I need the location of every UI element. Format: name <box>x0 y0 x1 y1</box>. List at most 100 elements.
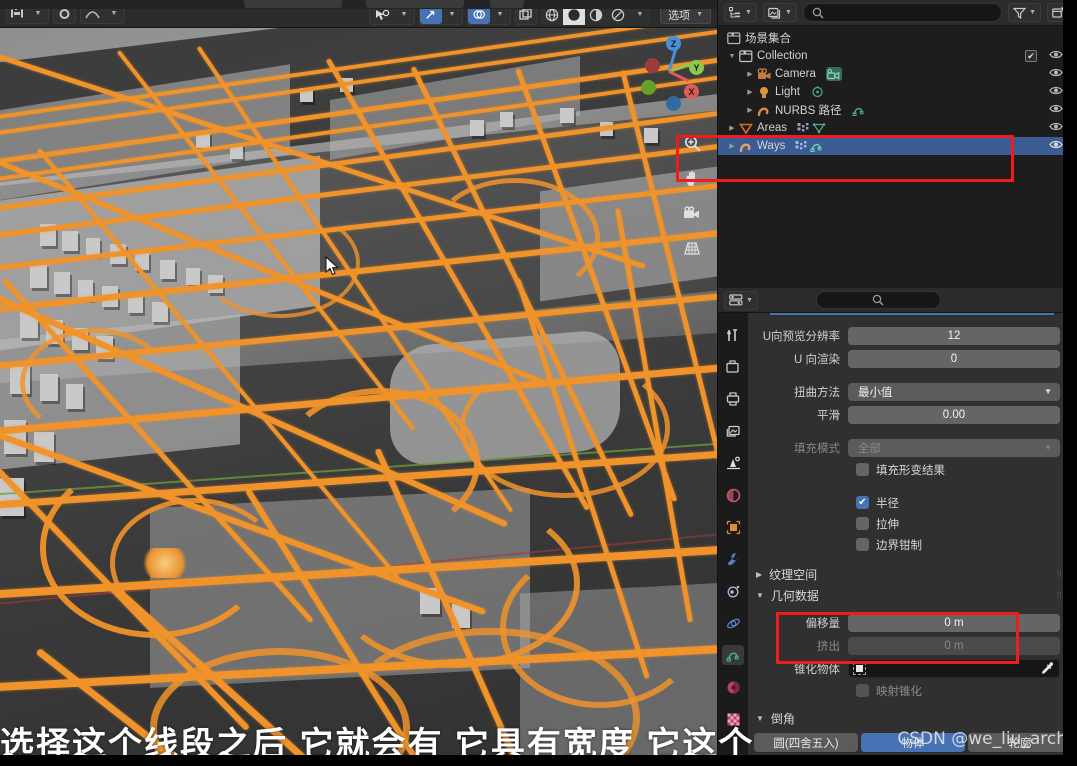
gizmo-axis-z[interactable]: Z <box>666 36 681 51</box>
render-u-row[interactable]: U 向渲染 0 <box>748 348 1077 369</box>
stretch-row[interactable]: 拉伸 <box>748 514 1077 533</box>
disclosure-triangle-right-icon[interactable]: ▶ <box>744 88 756 96</box>
gizmo-axis-neg-x[interactable] <box>645 58 660 73</box>
outliner-row-nurbs-path[interactable]: ▶ NURBS 路径 <box>718 101 1077 119</box>
outliner-row-areas[interactable]: ▶ Areas <box>718 119 1077 137</box>
outliner-filter-button[interactable]: ▼ <box>1008 3 1041 22</box>
navigation-gizmo[interactable]: Z Y X <box>635 34 709 111</box>
gizmo-axis-x[interactable]: X <box>684 84 699 99</box>
properties-search-input[interactable] <box>815 291 941 309</box>
outliner-row-scene-collection[interactable]: 场景集合 <box>718 29 1077 47</box>
properties-tab-render[interactable] <box>722 357 744 377</box>
outliner-search-input[interactable] <box>802 3 1003 22</box>
offset-row[interactable]: 偏移量 0 m <box>748 612 1077 633</box>
mesh-data-icon[interactable] <box>811 121 827 135</box>
properties-tab-particles[interactable] <box>722 581 744 601</box>
outliner-row-camera[interactable]: ▶ Camera <box>718 65 1077 83</box>
modifier-icon[interactable] <box>795 121 811 135</box>
disclosure-triangle-right-icon[interactable]: ▶ <box>726 124 738 132</box>
viewport-canvas[interactable] <box>0 28 717 761</box>
properties-tab-output[interactable] <box>722 389 744 409</box>
properties-tab-scene[interactable] <box>722 453 744 473</box>
bounds-clamp-checkbox[interactable] <box>856 538 869 551</box>
properties-editor-type-button[interactable]: ▼ <box>724 290 758 310</box>
outliner-display-mode-button[interactable]: ▼ <box>724 3 757 22</box>
twist-method-label: 扭曲方法 <box>794 386 840 399</box>
extrude-field[interactable]: 0 m <box>848 636 1060 655</box>
resolution-preview-u-row[interactable]: U向预览分辨率 12 <box>748 325 1077 346</box>
map-taper-checkbox[interactable] <box>856 684 869 697</box>
camera-view-tool-icon[interactable] <box>679 200 705 226</box>
outliner-row-collection[interactable]: ▼ Collection ✔ <box>718 47 1077 65</box>
light-data-icon[interactable] <box>810 85 826 99</box>
disclosure-triangle-right-icon[interactable]: ▶ <box>744 70 756 78</box>
eye-icon[interactable] <box>1049 67 1063 81</box>
bounds-clamp-row[interactable]: 边界钳制 <box>748 535 1077 554</box>
gizmo-axis-neg-z[interactable] <box>666 96 681 111</box>
viewport-gizmo-tools[interactable] <box>679 130 705 261</box>
disclosure-triangle-right-icon[interactable]: ▶ <box>756 570 762 579</box>
filter-funnel-icon <box>1013 7 1027 19</box>
eye-icon[interactable] <box>1049 139 1063 153</box>
twist-method-dropdown[interactable]: 最小值 ▼ <box>848 382 1060 401</box>
properties-tab-object[interactable] <box>722 517 744 537</box>
twist-smooth-field[interactable]: 0.00 <box>848 405 1060 424</box>
taper-object-field[interactable] <box>848 659 1060 678</box>
eyedropper-icon[interactable] <box>1041 661 1054 677</box>
fill-deformed-checkbox[interactable] <box>856 463 869 476</box>
properties-tab-material[interactable] <box>722 677 744 697</box>
taper-object-label: 锥化物体 <box>794 663 840 676</box>
texture-space-label: 纹理空间 <box>769 568 818 582</box>
eye-icon[interactable] <box>1049 49 1063 63</box>
3d-viewport[interactable]: ▼ ▼ ▼ ▼ ▼ ▼ 选项 ▼ Z Y X <box>0 0 717 761</box>
radius-checkbox[interactable]: ✔ <box>856 496 869 509</box>
outliner-row-light[interactable]: ▶ Light <box>718 83 1077 101</box>
collection-checkbox[interactable]: ✔ <box>1025 50 1037 62</box>
camera-data-icon[interactable] <box>825 67 842 81</box>
properties-panel-content[interactable]: U向预览分辨率 12 U 向渲染 0 扭曲方法 最小值 ▼ 平滑 0.00 填充… <box>748 313 1077 761</box>
stretch-checkbox[interactable] <box>856 517 869 530</box>
gizmo-axis-y[interactable]: Y <box>689 60 704 75</box>
properties-tab-modifiers[interactable] <box>722 549 744 569</box>
outliner-header[interactable]: ▼ ▼ ▼ <box>718 0 1077 26</box>
properties-tab-object-data[interactable] <box>722 645 744 665</box>
curve-data-icon[interactable] <box>851 103 867 117</box>
properties-header[interactable]: ▼ <box>718 288 1077 313</box>
disclosure-triangle-down-icon[interactable]: ▼ <box>726 53 738 60</box>
gizmo-axis-neg-y[interactable] <box>641 80 656 95</box>
geometry-section-header[interactable]: ▼ 几何数据 ⠿⠿ <box>748 585 1077 606</box>
pan-tool-icon[interactable] <box>679 165 705 191</box>
fill-deformed-row[interactable]: 填充形变结果 <box>748 460 1077 479</box>
eye-icon[interactable] <box>1049 103 1063 117</box>
texture-space-section-header[interactable]: ▶ 纹理空间 ⠿⠿ <box>748 564 1077 585</box>
twist-method-row[interactable]: 扭曲方法 最小值 ▼ <box>748 381 1077 402</box>
disclosure-triangle-down-icon[interactable]: ▼ <box>756 591 764 600</box>
properties-tab-tool[interactable] <box>722 325 744 345</box>
outliner-row-ways[interactable]: ▶ Ways <box>718 137 1077 155</box>
map-taper-row[interactable]: 映射锥化 <box>748 681 1077 700</box>
offset-field[interactable]: 0 m <box>848 613 1060 632</box>
properties-editor[interactable]: ▼ U向预览分辨率 12 U 向渲染 0 扭曲方法 最小值 ▼ 平滑 0.00 … <box>717 288 1077 761</box>
properties-tab-view-layer[interactable] <box>722 421 744 441</box>
radius-row[interactable]: ✔ 半径 <box>748 493 1077 512</box>
properties-tab-column[interactable] <box>718 313 748 761</box>
disclosure-triangle-right-icon[interactable]: ▶ <box>744 106 756 114</box>
geometry-label: 几何数据 <box>770 589 819 603</box>
disclosure-triangle-right-icon[interactable]: ▶ <box>726 142 738 150</box>
eye-icon[interactable] <box>1049 121 1063 135</box>
properties-tab-world[interactable] <box>722 485 744 505</box>
curve-data-icon[interactable] <box>809 139 825 153</box>
outliner-editor[interactable]: ▼ ▼ ▼ 场景集合 ▼ Collection ✔ ▶ Camera ▶ Lig… <box>717 0 1077 288</box>
taper-object-row[interactable]: 锥化物体 <box>748 658 1077 679</box>
modifier-icon[interactable] <box>793 139 809 153</box>
outliner-tree[interactable]: 场景集合 ▼ Collection ✔ ▶ Camera ▶ Light ▶ N… <box>718 26 1077 288</box>
twist-smooth-row[interactable]: 平滑 0.00 <box>748 404 1077 425</box>
toggle-orthographic-tool-icon[interactable] <box>679 235 705 261</box>
extrude-row[interactable]: 挤出 0 m <box>748 635 1077 656</box>
eye-icon[interactable] <box>1049 85 1063 99</box>
outliner-filter-id-button[interactable]: ▼ <box>762 3 797 22</box>
properties-tab-physics[interactable] <box>722 613 744 633</box>
zoom-tool-icon[interactable] <box>679 130 705 156</box>
render-u-field[interactable]: 0 <box>848 349 1060 368</box>
resolution-preview-u-field[interactable]: 12 <box>848 326 1060 345</box>
